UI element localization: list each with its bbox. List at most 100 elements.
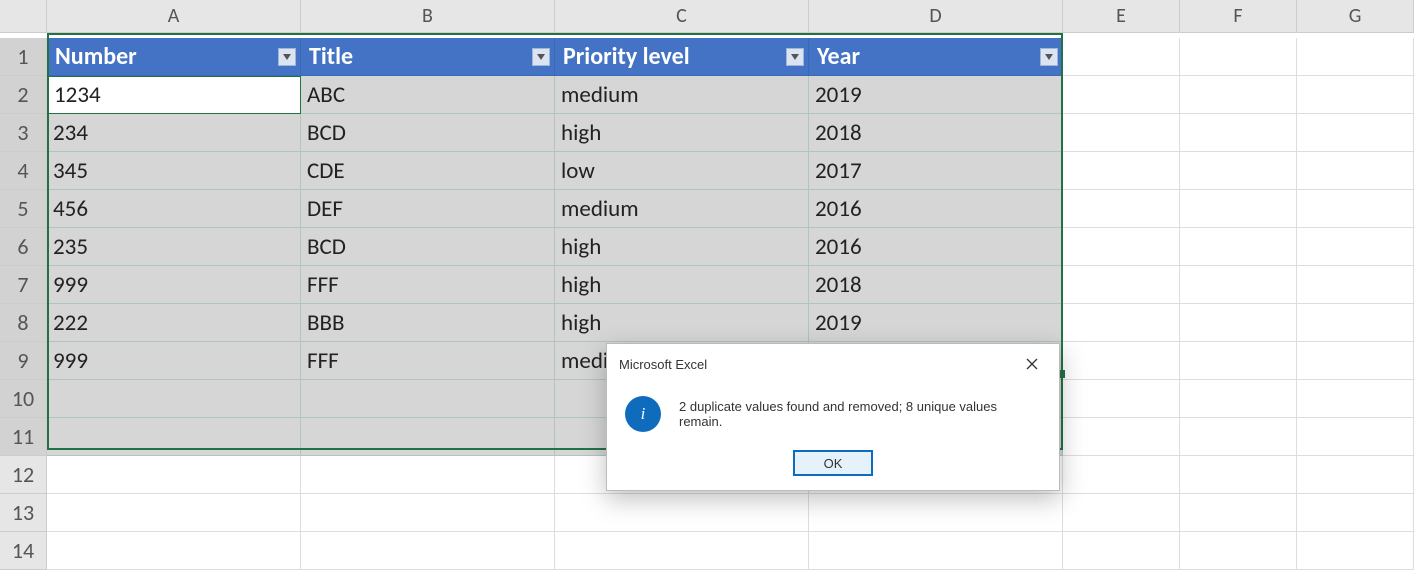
close-button[interactable] xyxy=(1017,352,1047,376)
column-header-G[interactable]: G xyxy=(1297,0,1414,33)
table-cell[interactable]: 235 xyxy=(47,228,301,266)
empty-cell[interactable] xyxy=(1063,114,1180,152)
table-cell[interactable]: 2016 xyxy=(809,190,1063,228)
row-header-4[interactable]: 4 xyxy=(0,152,47,190)
empty-cell[interactable] xyxy=(1063,228,1180,266)
empty-cell[interactable] xyxy=(1297,228,1414,266)
empty-cell[interactable] xyxy=(1297,38,1414,76)
empty-cell[interactable] xyxy=(1297,304,1414,342)
row-header-10[interactable]: 10 xyxy=(0,380,47,418)
table-cell[interactable]: BBB xyxy=(301,304,555,342)
filter-dropdown-button[interactable] xyxy=(786,48,804,66)
empty-cell[interactable] xyxy=(1063,38,1180,76)
empty-cell[interactable] xyxy=(1297,380,1414,418)
table-cell[interactable]: DEF xyxy=(301,190,555,228)
empty-cell[interactable] xyxy=(1180,76,1297,114)
empty-cell[interactable] xyxy=(1063,342,1180,380)
empty-cell[interactable] xyxy=(1180,494,1297,532)
empty-cell[interactable] xyxy=(809,532,1063,570)
empty-cell[interactable] xyxy=(1063,266,1180,304)
empty-cell[interactable] xyxy=(1297,456,1414,494)
empty-cell[interactable] xyxy=(1297,494,1414,532)
empty-cell[interactable] xyxy=(1063,380,1180,418)
table-column-header[interactable]: Title xyxy=(301,38,555,76)
empty-selected-cell[interactable] xyxy=(47,418,301,456)
empty-cell[interactable] xyxy=(1063,190,1180,228)
table-cell[interactable]: high xyxy=(555,304,809,342)
empty-cell[interactable] xyxy=(47,532,301,570)
empty-cell[interactable] xyxy=(555,532,809,570)
table-cell[interactable]: 234 xyxy=(47,114,301,152)
row-header-11[interactable]: 11 xyxy=(0,418,47,456)
empty-selected-cell[interactable] xyxy=(301,380,555,418)
column-header-F[interactable]: F xyxy=(1180,0,1297,33)
empty-cell[interactable] xyxy=(1063,532,1180,570)
table-cell[interactable]: 2018 xyxy=(809,266,1063,304)
row-header-5[interactable]: 5 xyxy=(0,190,47,228)
empty-selected-cell[interactable] xyxy=(301,418,555,456)
select-all-corner[interactable] xyxy=(0,0,47,33)
filter-dropdown-button[interactable] xyxy=(278,48,296,66)
empty-cell[interactable] xyxy=(1297,114,1414,152)
table-cell[interactable]: BCD xyxy=(301,228,555,266)
filter-dropdown-button[interactable] xyxy=(532,48,550,66)
empty-cell[interactable] xyxy=(1297,342,1414,380)
table-cell[interactable]: ABC xyxy=(301,76,555,114)
empty-cell[interactable] xyxy=(1297,266,1414,304)
row-header-2[interactable]: 2 xyxy=(0,76,47,114)
column-header-E[interactable]: E xyxy=(1063,0,1180,33)
empty-cell[interactable] xyxy=(301,456,555,494)
empty-cell[interactable] xyxy=(1063,494,1180,532)
row-header-6[interactable]: 6 xyxy=(0,228,47,266)
column-header-B[interactable]: B xyxy=(301,0,555,33)
empty-cell[interactable] xyxy=(1063,418,1180,456)
table-cell[interactable]: 2019 xyxy=(809,76,1063,114)
table-cell[interactable]: 999 xyxy=(47,266,301,304)
empty-cell[interactable] xyxy=(1063,152,1180,190)
table-cell[interactable]: 2019 xyxy=(809,304,1063,342)
empty-cell[interactable] xyxy=(555,494,809,532)
row-header-14[interactable]: 14 xyxy=(0,532,47,570)
filter-dropdown-button[interactable] xyxy=(1040,48,1058,66)
table-cell[interactable]: BCD xyxy=(301,114,555,152)
table-cell[interactable]: high xyxy=(555,266,809,304)
ok-button[interactable]: OK xyxy=(793,450,873,476)
empty-cell[interactable] xyxy=(1063,456,1180,494)
empty-cell[interactable] xyxy=(47,494,301,532)
empty-cell[interactable] xyxy=(1063,76,1180,114)
empty-cell[interactable] xyxy=(301,532,555,570)
empty-cell[interactable] xyxy=(1180,380,1297,418)
row-header-13[interactable]: 13 xyxy=(0,494,47,532)
empty-cell[interactable] xyxy=(1180,342,1297,380)
empty-cell[interactable] xyxy=(301,494,555,532)
empty-cell[interactable] xyxy=(1180,38,1297,76)
empty-selected-cell[interactable] xyxy=(47,380,301,418)
empty-cell[interactable] xyxy=(1297,190,1414,228)
column-header-A[interactable]: A xyxy=(47,0,301,33)
empty-cell[interactable] xyxy=(1297,76,1414,114)
table-cell[interactable]: low xyxy=(555,152,809,190)
table-column-header[interactable]: Number xyxy=(47,38,301,76)
table-cell[interactable]: FFF xyxy=(301,342,555,380)
row-header-1[interactable]: 1 xyxy=(0,38,47,76)
table-cell[interactable]: high xyxy=(555,228,809,266)
table-cell[interactable]: 2018 xyxy=(809,114,1063,152)
table-cell[interactable]: CDE xyxy=(301,152,555,190)
empty-cell[interactable] xyxy=(1180,266,1297,304)
empty-cell[interactable] xyxy=(1180,532,1297,570)
table-cell[interactable]: 2017 xyxy=(809,152,1063,190)
table-cell[interactable]: 456 xyxy=(47,190,301,228)
table-column-header[interactable]: Year xyxy=(809,38,1063,76)
empty-cell[interactable] xyxy=(1180,304,1297,342)
row-header-8[interactable]: 8 xyxy=(0,304,47,342)
table-cell[interactable]: medium xyxy=(555,76,809,114)
table-cell[interactable]: 345 xyxy=(47,152,301,190)
empty-cell[interactable] xyxy=(809,494,1063,532)
empty-cell[interactable] xyxy=(1180,114,1297,152)
table-cell[interactable]: high xyxy=(555,114,809,152)
row-header-9[interactable]: 9 xyxy=(0,342,47,380)
column-header-D[interactable]: D xyxy=(809,0,1063,33)
row-header-3[interactable]: 3 xyxy=(0,114,47,152)
table-cell[interactable]: FFF xyxy=(301,266,555,304)
empty-cell[interactable] xyxy=(1297,532,1414,570)
